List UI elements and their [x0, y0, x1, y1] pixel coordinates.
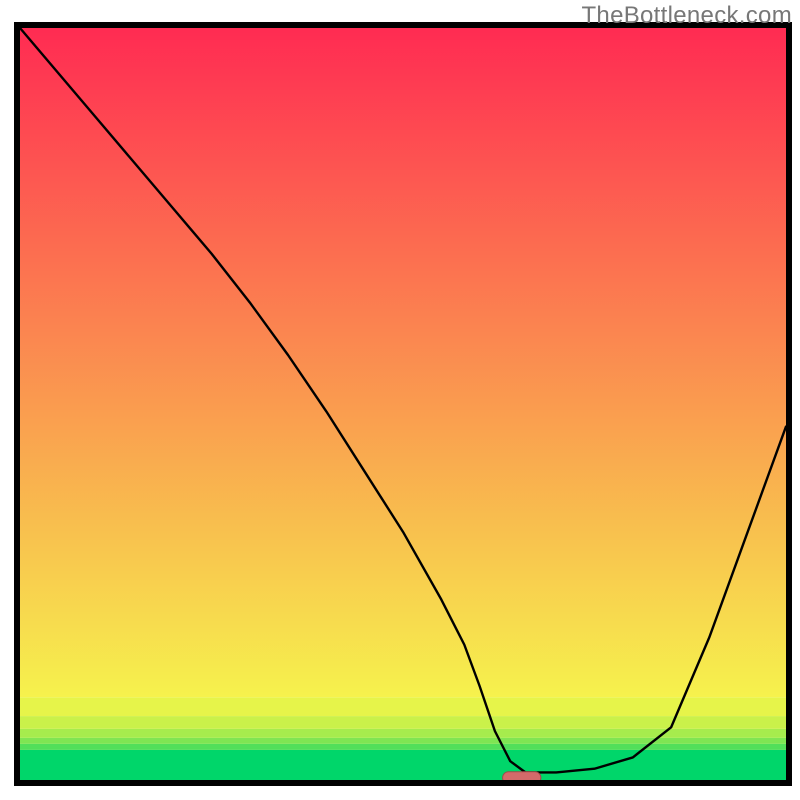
bg-band-2 — [20, 738, 786, 744]
bg-band-1 — [20, 744, 786, 750]
chart-stage: TheBottleneck.com — [0, 0, 800, 800]
chart-canvas — [0, 0, 800, 800]
bg-band-5 — [20, 697, 786, 716]
bg-band-6 — [20, 28, 786, 697]
bg-band-0 — [20, 750, 786, 780]
bg-band-3 — [20, 729, 786, 738]
watermark-text: TheBottleneck.com — [581, 2, 792, 30]
